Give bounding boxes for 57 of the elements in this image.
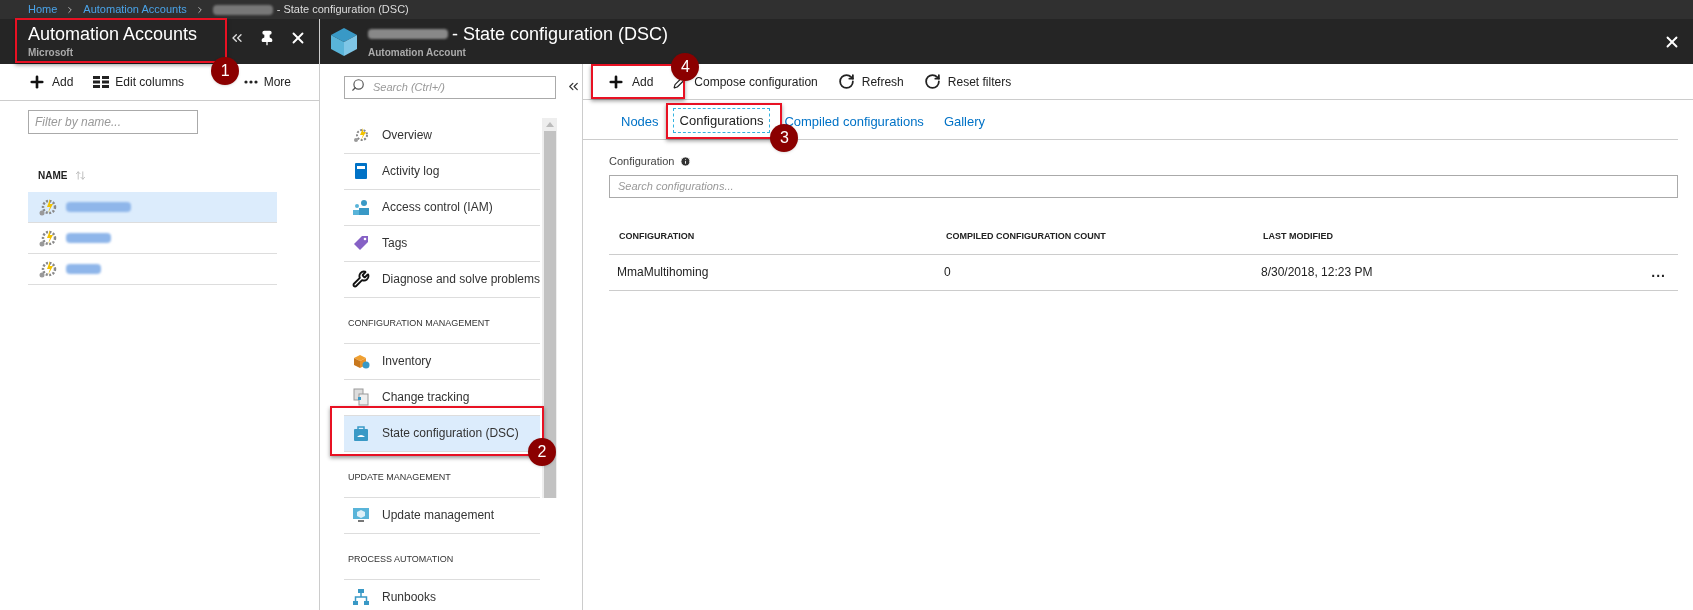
blade-title: - State configuration (DSC) (452, 23, 669, 45)
redacted-name (212, 4, 273, 15)
toolbar-button[interactable]: Add (28, 73, 74, 91)
breadcrumb-current: - State configuration (DSC) (276, 2, 409, 18)
toolbar-button[interactable]: Edit columns (93, 73, 185, 91)
more-icon (243, 80, 258, 84)
documents-icon (352, 388, 370, 406)
blade-subtitle: Automation Account (368, 46, 467, 60)
tab[interactable]: Nodes (615, 109, 665, 133)
field-label: Configuration (609, 154, 675, 169)
table-cell-text: 0 (944, 264, 952, 281)
gear-bolt-icon (38, 228, 58, 248)
cube-icon (330, 26, 358, 57)
search-field[interactable]: Search configurations... (609, 174, 1678, 198)
people-icon (352, 198, 370, 216)
toolbar-button[interactable]: More (243, 73, 291, 91)
info-icon[interactable] (680, 155, 692, 167)
columns-icon (93, 76, 110, 88)
callout-badge: 1 (211, 57, 240, 85)
blade-title: Automation Accounts (28, 23, 198, 45)
refresh-icon (837, 73, 855, 90)
table-cell-text: 8/30/2018, 12:23 PM (1261, 264, 1374, 281)
refresh-icon (923, 73, 941, 90)
gear-bolt-icon (38, 197, 58, 217)
gear-bolt-icon (38, 259, 58, 279)
column-header[interactable]: NAME (38, 167, 68, 183)
blade-subtitle: Microsoft (28, 46, 74, 60)
section-heading: UPDATE MANAGEMENT (348, 471, 451, 484)
section-heading: CONFIGURATION MANAGEMENT (348, 317, 490, 330)
column-header[interactable]: COMPILED CONFIGURATION COUNT (946, 230, 1263, 244)
plus-icon (28, 73, 46, 91)
gear-bolt-icon (352, 126, 370, 144)
section-heading: PROCESS AUTOMATION (348, 553, 454, 566)
redacted-name (66, 264, 101, 274)
tab[interactable]: Gallery (937, 109, 992, 133)
filter-field[interactable]: Filter by name... (28, 110, 198, 134)
boxes-icon (352, 352, 370, 370)
search-field[interactable]: Search (Ctrl+/) (344, 75, 556, 99)
tab[interactable]: Configurations (672, 107, 771, 133)
hierarchy-icon (352, 588, 370, 606)
toolbar-button[interactable]: Reset filters (923, 72, 1012, 91)
tag-icon (352, 234, 370, 252)
tools-icon (352, 270, 370, 288)
redacted-name (66, 202, 131, 212)
breadcrumb-link[interactable]: Automation Accounts (83, 1, 187, 18)
bag-icon (352, 424, 370, 442)
book-icon (352, 162, 370, 180)
redacted-name (66, 233, 111, 243)
monitor-icon (352, 506, 370, 524)
more-button[interactable]: ... (1651, 261, 1666, 283)
toolbar-button[interactable]: Refresh (837, 72, 904, 91)
breadcrumb-link[interactable]: Home (28, 1, 58, 18)
column-header[interactable]: CONFIGURATION (619, 230, 946, 244)
column-header[interactable]: LAST MODIFIED (1263, 230, 1678, 244)
toolbar-button[interactable]: Add (607, 72, 654, 91)
table-cell-text: MmaMultihoming (617, 264, 710, 281)
search-icon (351, 78, 365, 92)
